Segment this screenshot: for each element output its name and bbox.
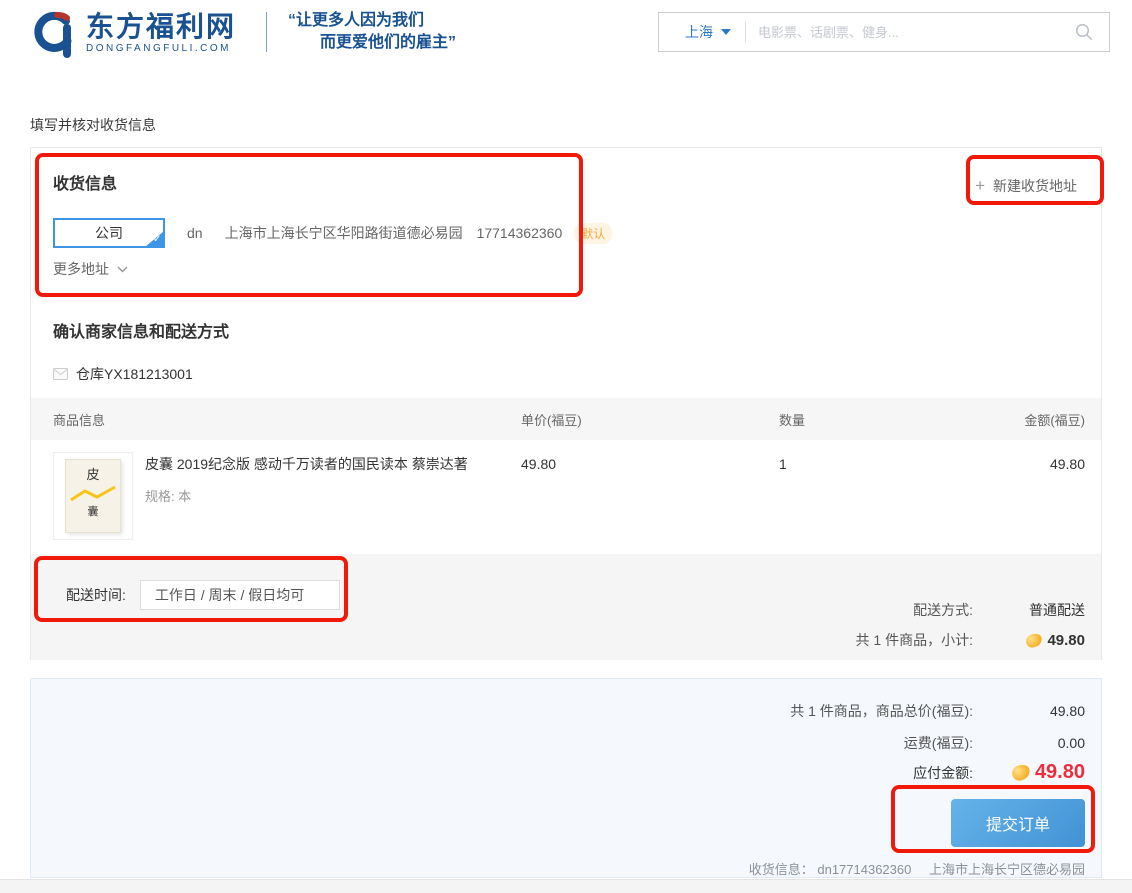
site-header: 东方福利网 DONGFANGFULI.COM “让更多人因为我们 而更爱他们的雇… [0,0,1132,66]
default-badge: 默认 [574,223,612,244]
address-text: 上海市上海长宁区华阳路街道德必易园 [225,223,463,243]
product-title[interactable]: 皮囊 2019纪念版 感动千万读者的国民读本 蔡崇达著 [145,456,468,472]
address-section-title: 收货信息 [53,170,117,194]
product-meta: 皮囊 2019纪念版 感动千万读者的国民读本 蔡崇达著 规格: 本 [145,452,468,505]
delivery-method-row: 配送方式: 普通配送 [913,600,1085,620]
book-cover-ribbon [69,485,117,503]
payable-label: 应付金额: [913,763,973,783]
col-quantity: 数量 [779,410,965,429]
col-unit-price: 单价(福豆) [521,410,779,429]
slogan-line2: 而更爱他们的雇主” [288,32,456,54]
merchant-section-title: 确认商家信息和配送方式 [53,318,229,342]
bean-icon [1010,763,1032,783]
bottom-strip [0,879,1132,893]
chevron-down-icon [117,266,128,273]
warehouse-row: 仓库YX181213001 [53,364,193,384]
col-amount: 金额(福豆) [965,410,1085,429]
more-address-toggle[interactable]: 更多地址 [53,259,128,279]
book-cover: 皮 囊 [65,459,121,533]
order-card: 收货信息 + 新建收货地址 公司 dn 上海市上海长宁区华阳路街道德必易园 17… [30,147,1102,660]
city-name: 上海 [685,22,713,42]
warehouse-name: 仓库YX181213001 [76,364,193,384]
city-selector[interactable]: 上海 [659,22,745,42]
payable-value: 49.80 [1035,761,1085,784]
shipping-value: 0.00 [973,735,1085,751]
search-divider [745,22,746,42]
payable-row: 应付金额: 49.80 [913,761,1085,784]
footer-address: 上海市上海长宁区德必易园 [929,862,1085,877]
checkout-page: 东方福利网 DONGFANGFULI.COM “让更多人因为我们 而更爱他们的雇… [0,0,1132,893]
logo-cn: 东方福利网 [86,12,236,42]
page-title: 填写并核对收货信息 [30,115,156,135]
product-unit-price: 49.80 [521,452,779,540]
search-icon[interactable] [1075,23,1093,41]
delivery-time-value: 工作日 / 周末 / 假日均可 [155,585,304,605]
product-spec: 规格: 本 [145,486,468,505]
search-input[interactable] [758,25,1067,40]
delivery-time-label: 配送时间: [66,585,126,605]
footer-label: 收货信息： [749,862,814,877]
product-row: 皮 囊 皮囊 2019纪念版 感动千万读者的国民读本 蔡崇达著 规格: 本 49… [31,440,1101,540]
warehouse-icon [53,368,68,380]
new-address-button[interactable]: + 新建收货地址 [975,176,1077,196]
caret-down-icon [721,29,731,35]
address-tag-label: 公司 [95,223,123,243]
summary-card: 共 1 件商品，商品总价(福豆): 49.80 运费(福豆): 0.00 应付金… [30,678,1102,878]
total-value: 49.80 [973,703,1085,719]
footer-name-phone: dn17714362360 [817,862,911,877]
address-tag-company[interactable]: 公司 [53,218,165,248]
product-quantity: 1 [779,452,965,540]
header-divider [266,12,267,52]
shipping-label: 运费(福豆): [904,733,973,753]
delivery-time-row: 配送时间: 工作日 / 周末 / 假日均可 [66,580,340,610]
recipient-name: dn [187,225,203,241]
delivery-method-value: 普通配送 [973,600,1085,620]
subtotal-value: 49.80 [1047,632,1085,649]
address-row: 公司 dn 上海市上海长宁区华阳路街道德必易园 17714362360 默认 [53,218,612,248]
total-row: 共 1 件商品，商品总价(福豆): 49.80 [790,701,1085,721]
total-label: 共 1 件商品，商品总价(福豆): [790,701,973,721]
subtotal-row: 共 1 件商品，小计: 49.80 [856,630,1085,650]
delivery-section: 配送时间: 工作日 / 周末 / 假日均可 配送方式: 普通配送 共 1 件商品… [31,554,1101,660]
bean-icon [1025,631,1044,648]
payable-value-wrap: 49.80 [973,761,1085,784]
subtotal-value-wrap: 49.80 [973,632,1085,649]
recipient-phone: 17714362360 [477,225,563,241]
book-cover-char-bottom: 囊 [88,506,99,518]
delivery-time-select[interactable]: 工作日 / 周末 / 假日均可 [140,580,340,610]
book-cover-char-top: 皮 [86,468,99,482]
new-address-label: 新建收货地址 [993,176,1077,196]
slogan: “让更多人因为我们 而更爱他们的雇主” [288,10,456,54]
plus-icon: + [975,176,985,196]
shipping-row: 运费(福豆): 0.00 [904,733,1085,753]
logo-mark-icon [28,8,78,58]
order-table-header: 商品信息 单价(福豆) 数量 金额(福豆) [31,398,1101,440]
logo-domain: DONGFANGFULI.COM [86,43,236,54]
slogan-line1: “让更多人因为我们 [288,10,456,32]
product-cell: 皮 囊 皮囊 2019纪念版 感动千万读者的国民读本 蔡崇达著 规格: 本 [53,452,521,540]
subtotal-label: 共 1 件商品，小计: [856,630,973,650]
site-logo[interactable]: 东方福利网 DONGFANGFULI.COM [28,8,236,58]
search-box: 上海 [658,12,1110,52]
logo-text: 东方福利网 DONGFANGFULI.COM [86,12,236,54]
product-thumbnail[interactable]: 皮 囊 [53,452,133,540]
more-address-label: 更多地址 [53,259,109,279]
product-amount: 49.80 [965,452,1085,540]
delivery-method-label: 配送方式: [913,600,973,620]
selected-check-icon [145,231,164,247]
summary-footer: 收货信息： dn17714362360 上海市上海长宁区德必易园 [749,859,1085,878]
submit-order-button[interactable]: 提交订单 [951,799,1085,847]
col-product-info: 商品信息 [53,410,521,429]
